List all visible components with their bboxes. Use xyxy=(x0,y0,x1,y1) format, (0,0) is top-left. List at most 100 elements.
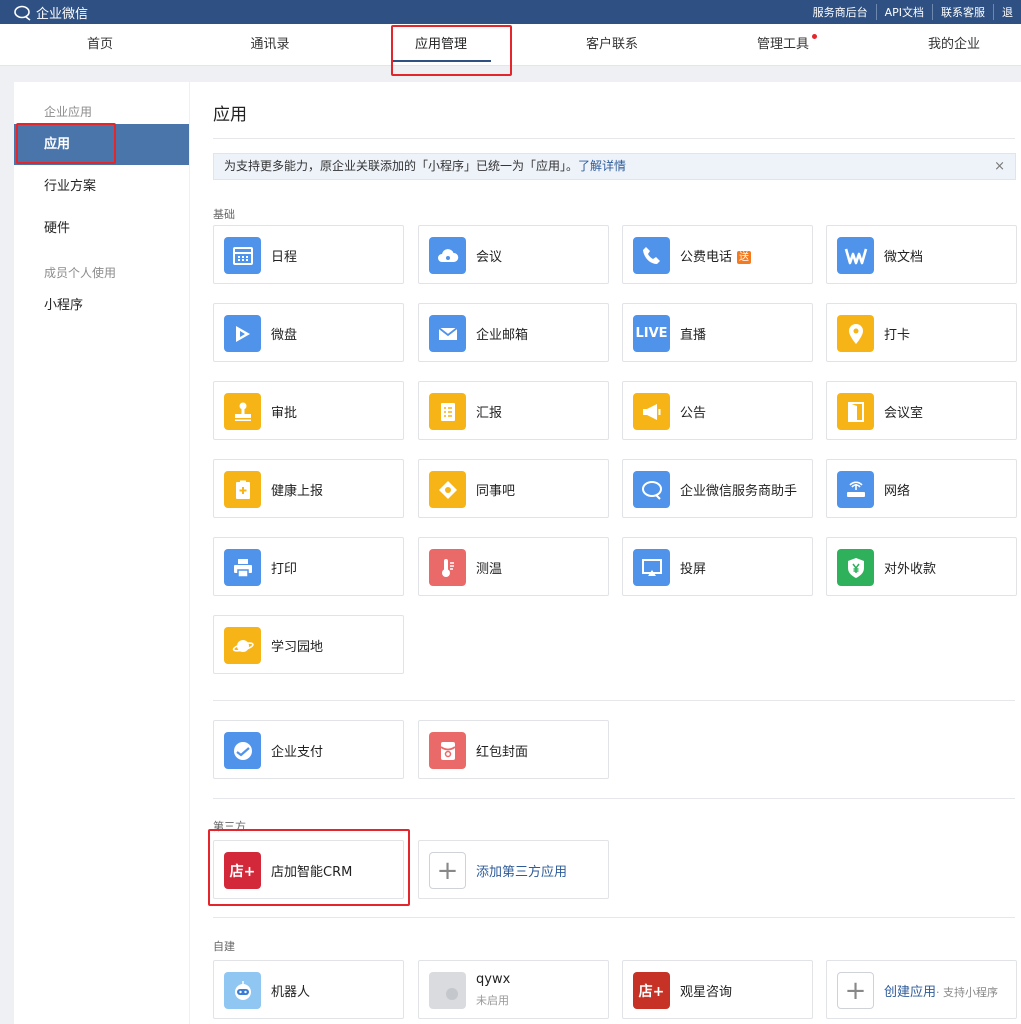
app-label: 打卡 xyxy=(884,328,911,343)
app-card-wedoc[interactable]: 微文档 xyxy=(826,225,1017,284)
api-docs-link[interactable]: API文档 xyxy=(875,4,932,20)
app-label: 日程 xyxy=(271,250,298,265)
main-nav: 首页 通讯录 应用管理 客户联系 管理工具 我的企业 xyxy=(0,24,1021,66)
app-label: 微盘 xyxy=(271,328,298,343)
w-doc-icon xyxy=(837,237,874,274)
app-card-crm[interactable]: 店+ 店加智能CRM xyxy=(213,840,404,899)
create-app-button[interactable]: + 创建应用· 支持小程序 xyxy=(826,960,1017,1019)
app-card-live[interactable]: LIVE 直播 xyxy=(622,303,813,362)
door-icon xyxy=(837,393,874,430)
app-card-enterprise-pay[interactable]: 企业支付 xyxy=(213,720,404,779)
app-card-qywx[interactable]: qywx 未启用 xyxy=(418,960,609,1019)
page-title: 应用 xyxy=(213,105,247,125)
divider xyxy=(213,917,1015,918)
tab-management-tools[interactable]: 管理工具 xyxy=(723,24,843,66)
sidebar-item-hardware[interactable]: 硬件 xyxy=(14,208,189,249)
sidebar-item-mini-programs[interactable]: 小程序 xyxy=(14,285,189,326)
clipboard-plus-icon xyxy=(224,471,261,508)
app-card-mail[interactable]: 企业邮箱 xyxy=(418,303,609,362)
main-content: 应用 为支持更多能力，原企业关联添加的「小程序」已统一为「应用」。了解详情 × … xyxy=(190,82,1021,1024)
app-card-red-packet-cover[interactable]: 红包封面 xyxy=(418,720,609,779)
status-label: 未启用 xyxy=(476,994,509,1007)
sidebar-group-enterprise-apps: 企业应用 xyxy=(44,105,93,119)
app-card-learning[interactable]: 学习园地 xyxy=(213,615,404,674)
router-icon xyxy=(837,471,874,508)
location-pin-icon xyxy=(837,315,874,352)
app-label: 会议 xyxy=(476,250,503,265)
app-card-report[interactable]: 汇报 xyxy=(418,381,609,440)
chat-icon xyxy=(633,471,670,508)
info-banner: 为支持更多能力，原企业关联添加的「小程序」已统一为「应用」。了解详情 × xyxy=(213,153,1016,180)
plus-icon: + xyxy=(837,972,874,1009)
planet-icon xyxy=(224,627,261,664)
app-label: 添加第三方应用 xyxy=(476,865,568,880)
drive-icon xyxy=(224,315,261,352)
brand-logo[interactable]: 企业微信 xyxy=(14,3,88,22)
app-label: 网络 xyxy=(884,484,911,499)
tab-customer-contact[interactable]: 客户联系 xyxy=(552,24,672,66)
app-label: 投屏 xyxy=(680,562,707,577)
crm-logo-icon: 店+ xyxy=(224,852,261,889)
megaphone-icon xyxy=(633,393,670,430)
app-label: 学习园地 xyxy=(271,640,324,655)
app-label: 红包封面 xyxy=(476,745,529,760)
tab-contacts[interactable]: 通讯录 xyxy=(210,24,330,66)
tab-home[interactable]: 首页 xyxy=(40,24,160,66)
thermometer-icon xyxy=(429,549,466,586)
app-card-print[interactable]: 打印 xyxy=(213,537,404,596)
red-packet-icon xyxy=(429,732,466,769)
add-third-party-app-button[interactable]: + 添加第三方应用 xyxy=(418,840,609,899)
app-label: 企业支付 xyxy=(271,745,324,760)
app-label: 企业微信服务商助手 xyxy=(680,484,798,499)
shield-yuan-icon xyxy=(837,549,874,586)
app-card-meeting[interactable]: 会议 xyxy=(418,225,609,284)
app-card-colleague-forum[interactable]: 同事吧 xyxy=(418,459,609,518)
sidebar-item-industry-solutions[interactable]: 行业方案 xyxy=(14,166,189,207)
app-card-phone[interactable]: 公费电话送 xyxy=(622,225,813,284)
app-card-temperature[interactable]: 测温 xyxy=(418,537,609,596)
app-card-screencast[interactable]: 投屏 xyxy=(622,537,813,596)
sidebar: 企业应用 应用 行业方案 硬件 成员个人使用 小程序 xyxy=(14,82,189,1024)
app-label: 审批 xyxy=(271,406,298,421)
app-card-robot[interactable]: 机器人 xyxy=(213,960,404,1019)
app-card-network[interactable]: 网络 xyxy=(826,459,1017,518)
screencast-icon xyxy=(633,549,670,586)
app-card-service-assistant[interactable]: 企业微信服务商助手 xyxy=(622,459,813,518)
app-label: 打印 xyxy=(271,562,298,577)
contact-support-link[interactable]: 联系客服 xyxy=(932,4,993,20)
consulting-logo-icon: 店+ xyxy=(633,972,670,1009)
notification-dot xyxy=(812,34,817,39)
app-card-announcement[interactable]: 公告 xyxy=(622,381,813,440)
app-label: 同事吧 xyxy=(476,484,516,499)
app-card-checkin[interactable]: 打卡 xyxy=(826,303,1017,362)
learn-more-link[interactable]: 了解详情 xyxy=(578,159,626,173)
app-label: 观星咨询 xyxy=(680,985,733,1000)
tab-my-company[interactable]: 我的企业 xyxy=(894,24,1014,66)
app-card-schedule[interactable]: 日程 xyxy=(213,225,404,284)
app-card-approval[interactable]: 审批 xyxy=(213,381,404,440)
app-card-meeting-room[interactable]: 会议室 xyxy=(826,381,1017,440)
app-label: 企业邮箱 xyxy=(476,328,529,343)
app-card-consulting[interactable]: 店+ 观星咨询 xyxy=(622,960,813,1019)
section-basic: 基础 xyxy=(213,208,235,221)
diamond-icon xyxy=(429,471,466,508)
app-label: 会议室 xyxy=(884,406,924,421)
tab-app-management[interactable]: 应用管理 xyxy=(381,24,501,66)
app-label: 对外收款 xyxy=(884,562,937,577)
app-label: 汇报 xyxy=(476,406,503,421)
banner-text: 为支持更多能力，原企业关联添加的「小程序」已统一为「应用」。 xyxy=(224,159,579,173)
app-label: 测温 xyxy=(476,562,503,577)
divider xyxy=(213,138,1015,139)
robot-icon xyxy=(224,972,261,1009)
close-icon[interactable]: × xyxy=(994,154,1005,179)
app-label: 健康上报 xyxy=(271,484,324,499)
app-card-collection[interactable]: 对外收款 xyxy=(826,537,1017,596)
divider xyxy=(213,700,1015,701)
app-card-health-report[interactable]: 健康上报 xyxy=(213,459,404,518)
logout-link[interactable]: 退 xyxy=(993,4,1021,20)
sidebar-item-apps[interactable]: 应用 xyxy=(14,124,189,165)
top-bar: 企业微信 服务商后台 API文档 联系客服 退 xyxy=(0,0,1021,24)
divider xyxy=(213,798,1015,799)
app-card-drive[interactable]: 微盘 xyxy=(213,303,404,362)
service-provider-link[interactable]: 服务商后台 xyxy=(805,4,876,20)
